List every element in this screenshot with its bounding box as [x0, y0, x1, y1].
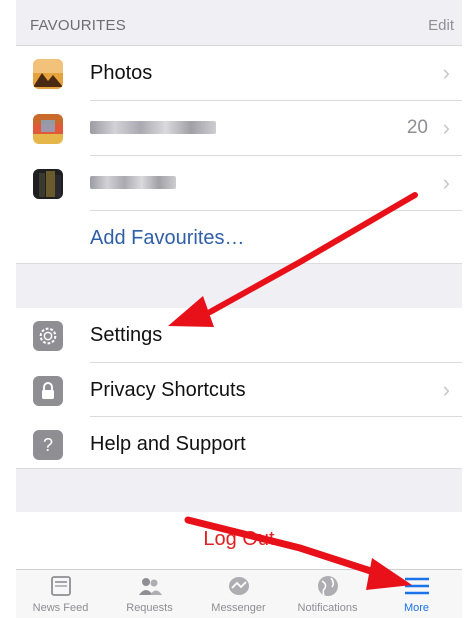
tab-label: News Feed — [32, 602, 89, 614]
tab-label: More — [403, 602, 430, 614]
chevron-right-icon: › — [442, 170, 450, 195]
help-support-label: Help and Support — [90, 433, 246, 455]
blurred-name — [90, 176, 176, 189]
favourite-item-photos[interactable]: Photos › — [16, 46, 462, 100]
friend-requests-icon — [128, 574, 172, 600]
settings-item[interactable]: Settings — [16, 308, 462, 362]
tab-label: Requests — [126, 602, 173, 614]
news-feed-icon — [39, 574, 83, 600]
tab-notifications[interactable]: Notifications — [283, 574, 372, 618]
question-icon: ? — [33, 430, 63, 460]
edit-favourites-button[interactable]: Edit — [428, 17, 454, 34]
photos-icon — [33, 59, 63, 89]
favourite-item-blurred-group[interactable]: 20 › — [16, 101, 462, 155]
tab-messenger[interactable]: Messenger — [194, 574, 283, 618]
group-photo-icon — [33, 114, 63, 144]
section-gap — [16, 263, 462, 309]
favourite-item-blurred-page[interactable]: › — [16, 156, 462, 210]
help-support-item[interactable]: ? Help and Support — [16, 417, 462, 471]
lock-icon — [33, 376, 63, 406]
log-out-label: Log Out — [203, 528, 275, 550]
globe-icon — [306, 574, 350, 600]
chevron-right-icon: › — [442, 115, 450, 140]
chevron-right-icon: › — [442, 60, 450, 85]
chevron-right-icon: › — [442, 377, 450, 402]
tab-more[interactable]: More — [372, 574, 461, 618]
tab-label: Notifications — [297, 602, 358, 614]
favourites-header: FAVOURITES Edit — [16, 0, 462, 46]
favourite-item-label: Photos — [90, 62, 153, 84]
more-menu-screen: FAVOURITES Edit Photos › 20 › › Add Favo… — [16, 0, 462, 618]
hamburger-menu-icon — [395, 574, 439, 600]
privacy-shortcuts-label: Privacy Shortcuts — [90, 379, 246, 401]
tab-label: Messenger — [211, 602, 266, 614]
privacy-shortcuts-item[interactable]: Privacy Shortcuts › — [16, 363, 462, 417]
settings-label: Settings — [90, 324, 163, 346]
favourites-title: FAVOURITES — [30, 17, 126, 34]
blurred-name — [90, 121, 216, 134]
add-favourites-button[interactable]: Add Favourites… — [16, 211, 462, 265]
messenger-icon — [217, 574, 261, 600]
favourite-item-count: 20 — [406, 117, 428, 138]
section-gap — [16, 468, 462, 513]
tab-news-feed[interactable]: News Feed — [16, 574, 105, 618]
gear-icon — [33, 321, 63, 351]
add-favourites-label: Add Favourites… — [90, 227, 245, 249]
tab-requests[interactable]: Requests — [105, 574, 194, 618]
page-photo-icon — [33, 169, 63, 199]
tab-bar: News Feed Requests Messenger Notificatio… — [16, 569, 462, 618]
log-out-button[interactable]: Log Out — [16, 512, 462, 568]
